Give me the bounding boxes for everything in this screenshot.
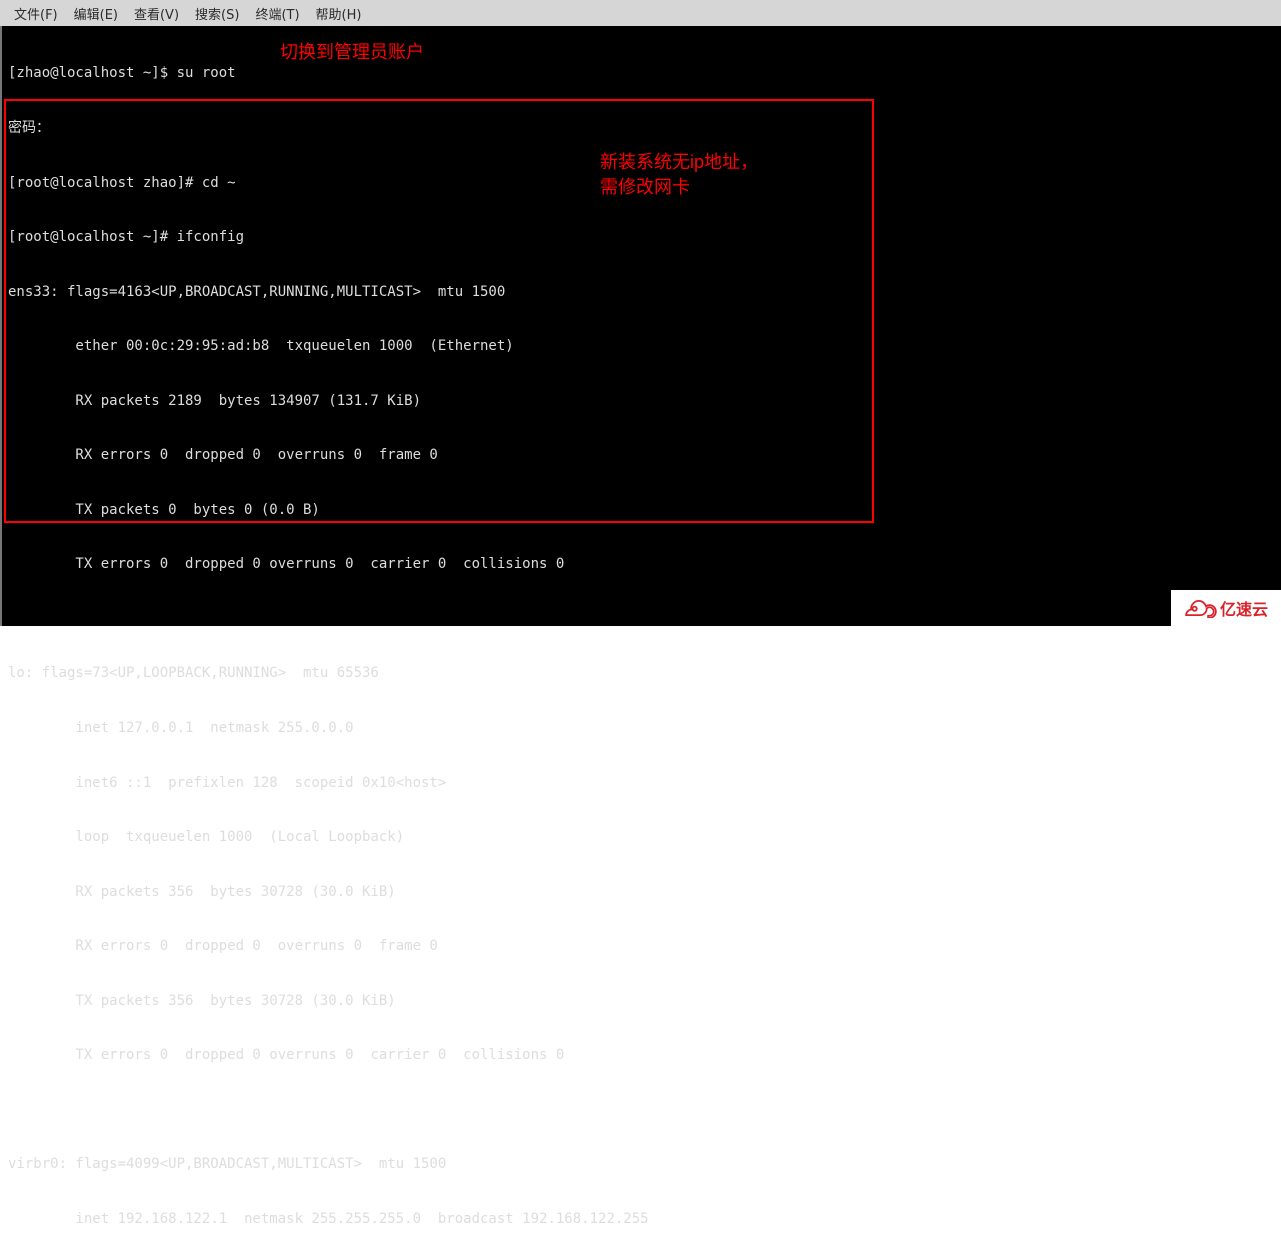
menu-help[interactable]: 帮助(H) <box>308 1 370 26</box>
cloud-icon <box>1184 598 1218 618</box>
terminal-line: inet6 ::1 prefixlen 128 scopeid 0x10<hos… <box>2 774 1281 792</box>
terminal-line: [zhao@localhost ~]$ su root <box>2 64 1281 82</box>
terminal-line: TX errors 0 dropped 0 overruns 0 carrier… <box>2 555 1281 573</box>
terminal-line: 密码： <box>2 119 1281 137</box>
terminal-line: inet 127.0.0.1 netmask 255.0.0.0 <box>2 719 1281 737</box>
terminal-line: [root@localhost ~]# ifconfig <box>2 228 1281 246</box>
menu-view[interactable]: 查看(V) <box>126 1 187 26</box>
terminal-line: [root@localhost zhao]# cd ~ <box>2 174 1281 192</box>
terminal-line <box>2 1101 1281 1119</box>
terminal-line: RX packets 2189 bytes 134907 (131.7 KiB) <box>2 392 1281 410</box>
menu-search[interactable]: 搜索(S) <box>187 1 247 26</box>
terminal-area[interactable]: [zhao@localhost ~]$ su root 密码： [root@lo… <box>0 26 1281 626</box>
terminal-line: lo: flags=73<UP,LOOPBACK,RUNNING> mtu 65… <box>2 664 1281 682</box>
menu-terminal[interactable]: 终端(T) <box>247 1 307 26</box>
watermark: 亿速云 <box>1171 590 1281 626</box>
terminal-line: RX errors 0 dropped 0 overruns 0 frame 0 <box>2 446 1281 464</box>
menu-file[interactable]: 文件(F) <box>6 1 66 26</box>
terminal-line: ens33: flags=4163<UP,BROADCAST,RUNNING,M… <box>2 283 1281 301</box>
menu-edit[interactable]: 编辑(E) <box>66 1 126 26</box>
terminal-line: TX packets 0 bytes 0 (0.0 B) <box>2 501 1281 519</box>
terminal-line: TX packets 356 bytes 30728 (30.0 KiB) <box>2 992 1281 1010</box>
terminal-line: inet 192.168.122.1 netmask 255.255.255.0… <box>2 1210 1281 1228</box>
terminal-line: RX packets 356 bytes 30728 (30.0 KiB) <box>2 883 1281 901</box>
terminal-line: RX errors 0 dropped 0 overruns 0 frame 0 <box>2 937 1281 955</box>
menu-bar: 文件(F) 编辑(E) 查看(V) 搜索(S) 终端(T) 帮助(H) <box>0 0 1281 26</box>
terminal-line: virbr0: flags=4099<UP,BROADCAST,MULTICAS… <box>2 1155 1281 1173</box>
terminal-line: TX errors 0 dropped 0 overruns 0 carrier… <box>2 1046 1281 1064</box>
terminal-line: ether 00:0c:29:95:ad:b8 txqueuelen 1000 … <box>2 337 1281 355</box>
terminal-line <box>2 610 1281 628</box>
watermark-text: 亿速云 <box>1220 596 1268 620</box>
terminal-line: loop txqueuelen 1000 (Local Loopback) <box>2 828 1281 846</box>
